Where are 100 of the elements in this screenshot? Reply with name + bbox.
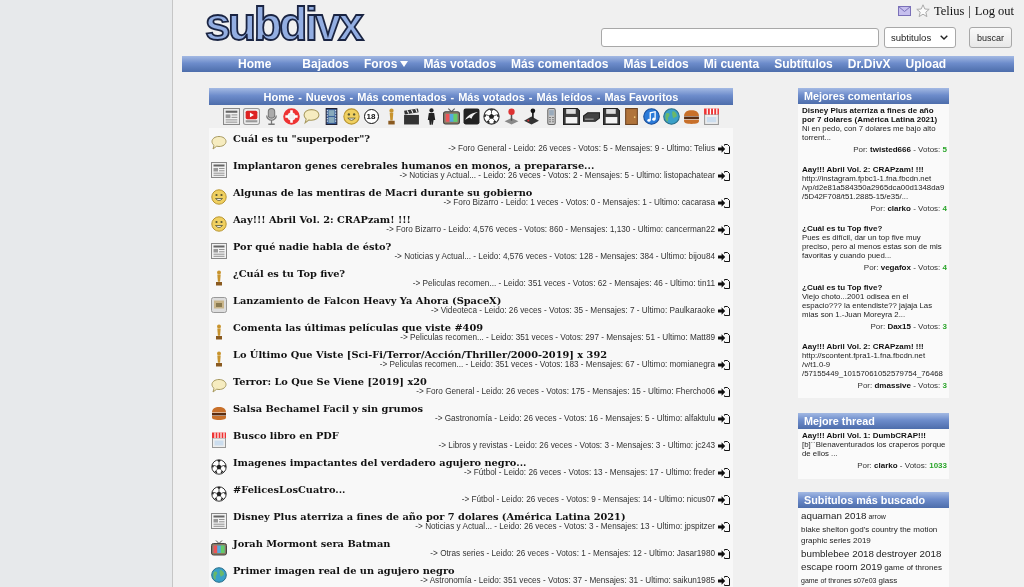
section-header: Mejores comentarios	[798, 88, 949, 104]
user-link[interactable]: Telius	[933, 4, 965, 18]
tag-link[interactable]: destroyer 2018	[876, 547, 942, 559]
lifebuoy-icon[interactable]	[282, 108, 300, 125]
arrow-into-page-icon[interactable]	[718, 494, 730, 505]
nav-link[interactable]: Más Leidos	[623, 56, 689, 72]
music-note-icon[interactable]	[642, 108, 660, 125]
globe-icon	[211, 567, 227, 583]
nav-link[interactable]: Upload	[905, 56, 947, 72]
arrow-into-page-icon[interactable]	[718, 575, 730, 586]
comment-thread-title[interactable]: Aay!!! Abril Vol. 2: CRAPzam! !!!	[802, 342, 947, 351]
nav-link[interactable]: Mi cuenta	[703, 56, 760, 72]
thread-title[interactable]: Terror: Lo Que Se Viene [2019] x20	[233, 376, 427, 387]
forum-nav-link[interactable]: Mas Favoritos	[604, 90, 679, 103]
tag-link[interactable]: aquaman 2018	[801, 510, 867, 522]
tag-link[interactable]: game of thrones	[884, 562, 942, 574]
arrow-into-page-icon[interactable]	[718, 467, 730, 478]
clapperboard-icon[interactable]	[402, 108, 420, 125]
forum-nav-link[interactable]: Nuevos	[305, 90, 346, 103]
thread-byline: Por: clarko - Votos: 1033	[856, 461, 947, 470]
burger-icon[interactable]	[682, 108, 700, 125]
thread-title[interactable]: ¿Cuál es tu Top five?	[233, 268, 346, 279]
thread-meta: -> Peliculas recomen... - Leido: 351 veces - Votos: 297 - Mensajes: 51 - Ultimo: Matt89	[400, 332, 715, 343]
thread-title[interactable]: Aay!!! Abril Vol. 2: CRAPzam! !!!	[233, 214, 411, 225]
thread-title[interactable]: Implantaron genes cerebrales humanos en monos, a prepararse...	[233, 160, 595, 171]
thread-title[interactable]: Primer imagen real de un agujero negro	[233, 565, 455, 576]
thread-title[interactable]: Comenta las últimas películas que viste #409	[233, 322, 484, 333]
arrow-into-page-icon[interactable]	[718, 170, 730, 181]
burger-icon	[211, 405, 227, 421]
thread-title[interactable]: Aay!!! Abril Vol. 1: DumbCRAP!!!	[802, 431, 947, 440]
video-play-icon[interactable]	[242, 108, 260, 125]
thread-title[interactable]: Por qué nadie habla de ésto?	[233, 241, 392, 252]
arrow-into-page-icon[interactable]	[718, 386, 730, 397]
forum-nav-link[interactable]: Más votados	[458, 90, 525, 103]
search-button[interactable]: buscar	[969, 27, 1012, 48]
arrow-into-page-icon[interactable]	[718, 413, 730, 424]
storefront-icon[interactable]	[702, 108, 720, 125]
thread-title[interactable]: Cuál es tu "superpoder"?	[233, 133, 371, 144]
comment-thread-title[interactable]: Disney Plus aterriza a fines de año por 7 dolares (América Latina 2021)	[802, 106, 947, 124]
thread-meta: -> Noticias y Actual... - Leido: 26 veces - Votos: 2 - Mensajes: 5 - Ultimo: listopachatear	[399, 170, 715, 181]
thread-title[interactable]: Busco libro en PDF	[233, 430, 339, 441]
section-header: Mejore thread	[798, 413, 949, 429]
arcade-stick-icon[interactable]	[522, 108, 540, 125]
arrow-into-page-icon[interactable]	[718, 305, 730, 316]
thread-title[interactable]: Salsa Bechamel Facil y sin grumos	[233, 403, 424, 414]
newspaper-icon[interactable]	[222, 108, 240, 125]
arrow-into-page-icon[interactable]	[718, 332, 730, 343]
forum-nav-link[interactable]: Más leídos	[536, 90, 593, 103]
nav-link[interactable]: Subtítulos	[774, 56, 833, 72]
thread-title[interactable]: Lanzamiento de Falcon Heavy Ya Ahora (SpaceX)	[233, 295, 502, 306]
scope-select[interactable]: subtitulos	[884, 27, 956, 48]
arrow-into-page-icon[interactable]	[718, 197, 730, 208]
tag-link[interactable]: escape room 2019	[801, 561, 883, 573]
arrow-into-page-icon[interactable]	[718, 251, 730, 262]
forum-nav-link[interactable]: Más comentados	[357, 90, 447, 103]
forum-nav-link[interactable]: Home	[263, 90, 295, 103]
comment-thread-title[interactable]: ¿Cuál es tu Top five?	[802, 224, 947, 233]
tag-link[interactable]: glass	[878, 574, 898, 586]
wing-emblem-icon[interactable]	[462, 108, 480, 125]
smiley-icon[interactable]	[342, 108, 360, 125]
logout-link[interactable]: Log out	[974, 4, 1014, 18]
tv-icon	[211, 540, 227, 556]
nav-link[interactable]: Bajados	[302, 56, 350, 72]
comment-thread-title[interactable]: ¿Cuál es tu Top five?	[802, 283, 947, 292]
thread-meta: -> Videoteca - Leido: 26 veces - Votos: 35 - Mensajes: 7 - Ultimo: Paulkaraoke	[430, 305, 715, 316]
speech-bubble-icon	[211, 378, 227, 394]
thread-title[interactable]: Jorah Mormont sera Batman	[233, 538, 391, 549]
thread-title[interactable]: #FelicesLosCuatro...	[233, 484, 346, 495]
arrow-into-page-icon[interactable]	[718, 548, 730, 559]
speech-bubble-icon	[211, 135, 227, 151]
thread-title[interactable]: Imagenes impactantes del verdadero agujero negro...	[233, 457, 527, 468]
thread-meta: -> Fútbol - Leido: 26 veces - Votos: 13 - Mensajes: 17 - Ultimo: freder	[464, 467, 715, 478]
arrow-into-page-icon[interactable]	[718, 143, 730, 154]
nav-link[interactable]: Más comentados	[511, 56, 609, 72]
comment-byline: Por: vegafox - Votos: 4	[862, 263, 947, 272]
thread-title[interactable]: Lo Último Que Viste [Sci-Fi/Terror/Acción/Thriller/2000-2019] x 392	[233, 349, 608, 360]
envelope-icon[interactable]	[897, 6, 911, 16]
tv-icon[interactable]	[442, 108, 460, 125]
comment-thread-title[interactable]: Aay!!! Abril Vol. 2: CRAPzam! !!!	[802, 165, 947, 174]
globe-icon[interactable]	[662, 108, 680, 125]
age-rating-button[interactable]: 18	[363, 109, 379, 124]
tag-link[interactable]: blake shelton god's country the motion graphic series 2019	[801, 523, 945, 547]
comment-byline: Por: Dax15 - Votos: 3	[869, 322, 947, 331]
thread-title[interactable]: Algunas de las mentiras de Macri durante su gobierno	[233, 187, 533, 198]
arrow-into-page-icon[interactable]	[718, 440, 730, 451]
thread-title[interactable]: Disney Plus aterriza a fines de año por 7 dolares (América Latina 2021)	[233, 511, 626, 522]
door-icon[interactable]	[622, 108, 640, 125]
arrow-into-page-icon[interactable]	[718, 278, 730, 289]
joystick-icon[interactable]	[502, 108, 520, 125]
tag-link[interactable]: bumblebee 2018	[801, 547, 874, 559]
section-header: Subitulos más buscado	[798, 492, 949, 508]
arrow-into-page-icon[interactable]	[718, 359, 730, 370]
thread-meta: -> Otras series - Leido: 26 veces - Votos: 1 - Mensajes: 12 - Ultimo: Jasar1980	[430, 548, 715, 559]
soccer-ball-icon[interactable]	[482, 108, 500, 125]
arrow-into-page-icon[interactable]	[718, 521, 730, 532]
thread-meta: -> Peliculas recomen... - Leido: 351 veces - Votos: 62 - Mensajes: 46 - Ultimo: tin11	[412, 278, 715, 289]
star-icon[interactable]	[915, 4, 930, 18]
nav-link[interactable]: Más votados	[423, 56, 497, 72]
search-field[interactable]	[601, 28, 879, 47]
arrow-into-page-icon[interactable]	[718, 224, 730, 235]
